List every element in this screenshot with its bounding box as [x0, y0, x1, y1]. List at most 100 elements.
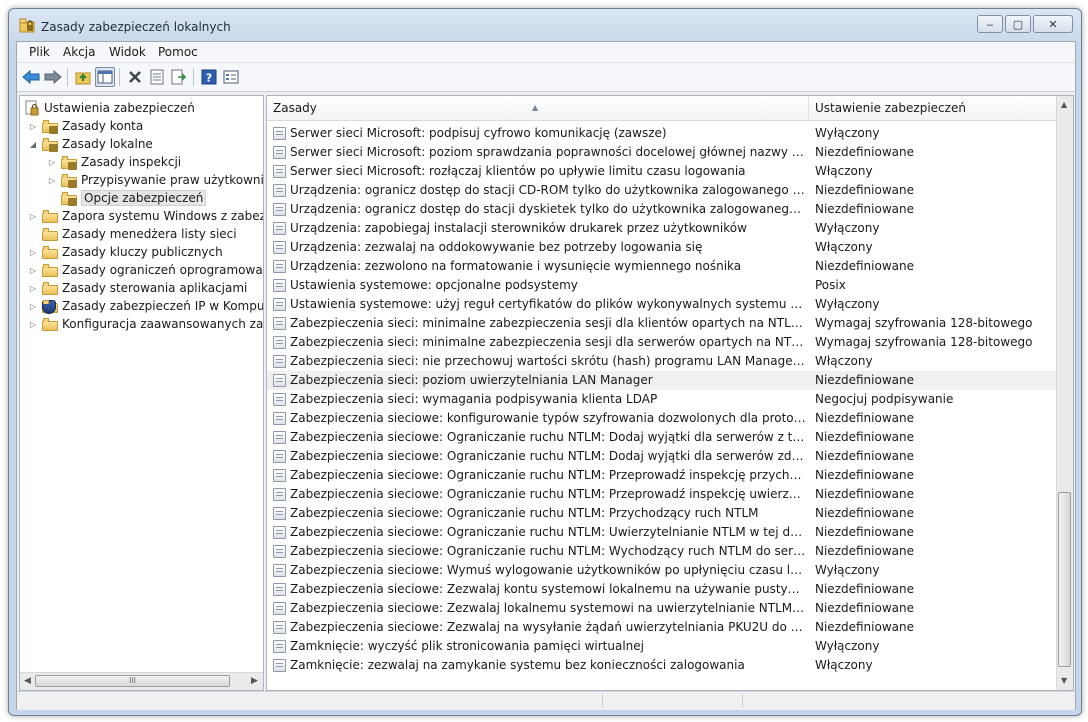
policy-icon — [273, 469, 286, 482]
menu-akcja[interactable]: Akcja — [63, 45, 95, 59]
policy-row[interactable]: Zamknięcie: wyczyść plik stronicowania p… — [267, 637, 1057, 656]
policy-name: Zabezpieczenia sieciowe: Ograniczanie ru… — [290, 430, 806, 444]
back-arrow-icon — [22, 70, 40, 84]
tree-item-public-key-policies[interactable]: ▷ Zasady kluczy publicznych — [28, 243, 223, 261]
expand-arrow-icon[interactable]: ▷ — [28, 122, 38, 131]
tree-item-network-list-manager[interactable]: Zasady menedżera listy sieci — [28, 225, 237, 243]
policy-row[interactable]: Ustawienia systemowe: użyj reguł certyfi… — [267, 295, 1057, 314]
policy-row[interactable]: Zabezpieczenia sieciowe: Ograniczanie ru… — [267, 542, 1057, 561]
policy-row[interactable]: Zabezpieczenia sieciowe: Ograniczanie ru… — [267, 523, 1057, 542]
tree-item-label: Zasady ograniczeń oprogramowania — [62, 263, 264, 277]
policy-row[interactable]: Zabezpieczenia sieciowe: konfigurowanie … — [267, 409, 1057, 428]
list-vertical-scrollbar[interactable]: ▲ ▼ — [1056, 96, 1073, 690]
policy-icon — [273, 507, 286, 520]
tree-item-advanced-audit[interactable]: ▷ Konfiguracja zaawansowanych zasad — [28, 315, 263, 333]
policy-icon — [273, 317, 286, 330]
close-button[interactable]: ✕ — [1033, 15, 1073, 33]
show-hide-console-tree-button[interactable] — [95, 67, 115, 87]
forward-button[interactable] — [43, 67, 63, 87]
policy-list-pane[interactable]: Zasady ▲ Ustawienie zabezpieczeń Serwer … — [266, 95, 1074, 691]
scroll-down-icon[interactable]: ▼ — [1061, 676, 1067, 685]
expand-arrow-icon[interactable]: ▷ — [28, 212, 38, 221]
expand-arrow-icon[interactable]: ▷ — [28, 284, 38, 293]
policy-row[interactable]: Urządzenia: zezwalaj na oddokowywanie be… — [267, 238, 1057, 257]
scroll-right-icon[interactable]: ▶ — [251, 676, 258, 686]
policy-row[interactable]: Zabezpieczenia sieci: wymagania podpisyw… — [267, 390, 1057, 409]
policy-row[interactable]: Zabezpieczenia sieci: poziom uwierzyteln… — [267, 371, 1057, 390]
policy-row[interactable]: Zabezpieczenia sieciowe: Ograniczanie ru… — [267, 466, 1057, 485]
tree-item-security-options[interactable]: Opcje zabezpieczeń — [47, 189, 207, 207]
help-button[interactable]: ? — [199, 67, 219, 87]
expand-arrow-icon[interactable]: ▷ — [28, 320, 38, 329]
expand-arrow-icon[interactable]: ▷ — [47, 158, 57, 167]
policy-row[interactable]: Urządzenia: zezwolono na formatowanie i … — [267, 257, 1057, 276]
policy-row[interactable]: Zabezpieczenia sieciowe: Ograniczanie ru… — [267, 504, 1057, 523]
menu-widok[interactable]: Widok — [109, 45, 146, 59]
policy-row[interactable]: Zabezpieczenia sieciowe: Wymuś wylogowan… — [267, 561, 1057, 580]
policy-row[interactable]: Zabezpieczenia sieci: minimalne zabezpie… — [267, 333, 1057, 352]
up-one-level-button[interactable] — [73, 67, 93, 87]
scrollbar-thumb[interactable] — [1058, 492, 1071, 667]
policy-row[interactable]: Ustawienia systemowe: opcjonalne podsyst… — [267, 276, 1057, 295]
tree-item-account-policies[interactable]: ▷ Zasady konta — [28, 117, 143, 135]
policy-name: Zabezpieczenia sieci: poziom uwierzyteln… — [290, 373, 653, 387]
tree-item-audit-policies[interactable]: ▷ Zasady inspekcji — [47, 153, 181, 171]
menu-pomoc[interactable]: Pomoc — [158, 45, 198, 59]
policy-row[interactable]: Urządzenia: ogranicz dostęp do stacji CD… — [267, 181, 1057, 200]
locked-folder-icon — [61, 155, 77, 170]
tree-item-security-settings[interactable]: Ustawienia zabezpieczeń — [24, 99, 195, 117]
policy-name: Ustawienia systemowe: opcjonalne podsyst… — [290, 278, 578, 292]
back-button[interactable] — [21, 67, 41, 87]
policy-row[interactable]: Zabezpieczenia sieciowe: Zezwalaj kontu … — [267, 580, 1057, 599]
tree-item-software-restriction[interactable]: ▷ Zasady ograniczeń oprogramowania — [28, 261, 264, 279]
column-header-policy[interactable]: Zasady ▲ — [267, 96, 809, 120]
policy-icon — [273, 241, 286, 254]
caption-buttons: ‒ ▢ ✕ — [975, 15, 1073, 35]
tree-item-windows-firewall[interactable]: ▷ Zapora systemu Windows z zabezpiec — [28, 207, 263, 225]
view-button[interactable] — [221, 67, 241, 87]
policy-icon — [273, 393, 286, 406]
tree-horizontal-scrollbar[interactable]: ◀ III ▶ — [20, 672, 263, 690]
policy-setting: Posix — [815, 278, 846, 292]
minimize-button[interactable]: ‒ — [977, 15, 1003, 33]
maximize-icon: ▢ — [1012, 17, 1024, 31]
console-tree-pane[interactable]: Ustawienia zabezpieczeń ▷ Zasady konta ◢… — [19, 95, 264, 691]
maximize-button[interactable]: ▢ — [1005, 15, 1031, 33]
policy-row[interactable]: Zabezpieczenia sieci: nie przechowuj war… — [267, 352, 1057, 371]
policy-row[interactable]: Zabezpieczenia sieci: minimalne zabezpie… — [267, 314, 1057, 333]
policy-row[interactable]: Zabezpieczenia sieciowe: Zezwalaj na wys… — [267, 618, 1057, 637]
export-list-button[interactable] — [169, 67, 189, 87]
column-header-security-setting[interactable]: Ustawienie zabezpieczeń — [809, 96, 1057, 120]
policy-row[interactable]: Urządzenia: ogranicz dostęp do stacji dy… — [267, 200, 1057, 219]
scroll-up-icon[interactable]: ▲ — [1061, 100, 1067, 109]
policy-icon — [273, 279, 286, 292]
policy-icon — [273, 431, 286, 444]
policy-row[interactable]: Urządzenia: zapobiegaj instalacji sterow… — [267, 219, 1057, 238]
policy-row[interactable]: Serwer sieci Microsoft: poziom sprawdzan… — [267, 143, 1057, 162]
properties-button[interactable] — [147, 67, 167, 87]
scrollbar-thumb[interactable]: III — [35, 675, 230, 687]
policy-row[interactable]: Zabezpieczenia sieciowe: Zezwalaj lokaln… — [267, 599, 1057, 618]
policy-name: Serwer sieci Microsoft: podpisuj cyfrowo… — [290, 126, 667, 140]
policy-row[interactable]: Zabezpieczenia sieciowe: Ograniczanie ru… — [267, 485, 1057, 504]
policy-row[interactable]: Zamknięcie: zezwalaj na zamykanie system… — [267, 656, 1057, 675]
delete-button[interactable] — [125, 67, 145, 87]
expand-arrow-icon[interactable]: ▷ — [28, 266, 38, 275]
policy-row[interactable]: Zabezpieczenia sieciowe: Ograniczanie ru… — [267, 447, 1057, 466]
tree-item-local-policies[interactable]: ◢ Zasady lokalne — [28, 135, 153, 153]
collapse-arrow-icon[interactable]: ◢ — [28, 140, 38, 149]
scroll-left-icon[interactable]: ◀ — [24, 676, 31, 686]
expand-arrow-icon[interactable]: ▷ — [28, 248, 38, 257]
tree-item-user-rights-assignment[interactable]: ▷ Przypisywanie praw użytkownika — [47, 171, 263, 189]
svg-text:?: ? — [206, 72, 212, 85]
expand-arrow-icon[interactable]: ▷ — [47, 176, 57, 185]
title-bar[interactable]: Zasady zabezpieczeń lokalnych ‒ ▢ ✕ — [9, 9, 1081, 41]
menu-plik[interactable]: Plik — [29, 45, 50, 59]
policy-row[interactable]: Zabezpieczenia sieciowe: Ograniczanie ru… — [267, 428, 1057, 447]
tree-item-ip-security[interactable]: ▷ Zasady zabezpieczeń IP w Komputer l — [28, 297, 263, 315]
policy-row[interactable]: Serwer sieci Microsoft: rozłączaj klient… — [267, 162, 1057, 181]
expand-arrow-icon[interactable]: ▷ — [28, 302, 38, 311]
policy-row[interactable]: Serwer sieci Microsoft: podpisuj cyfrowo… — [267, 124, 1057, 143]
policy-setting: Niezdefiniowane — [815, 430, 914, 444]
tree-item-application-control[interactable]: ▷ Zasady sterowania aplikacjami — [28, 279, 247, 297]
